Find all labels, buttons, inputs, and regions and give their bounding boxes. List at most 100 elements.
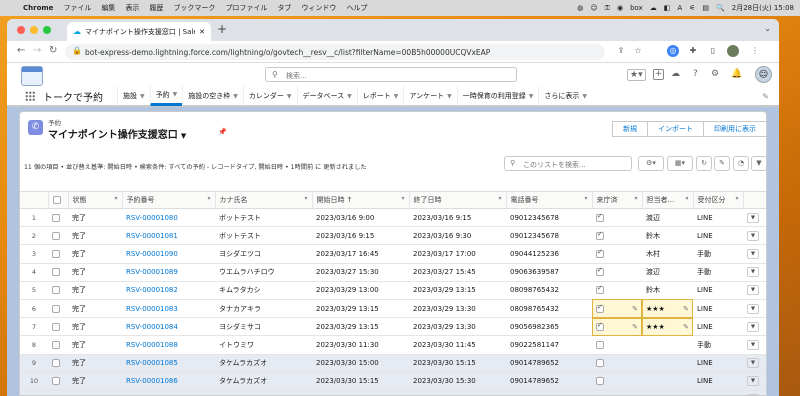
- column-header[interactable]: 開始日時 ↑ ▾: [312, 191, 410, 209]
- visited-cell[interactable]: [592, 372, 642, 391]
- visited-checkbox[interactable]: [596, 248, 604, 258]
- forward-icon[interactable]: →: [33, 45, 41, 56]
- select-all-checkbox[interactable]: [52, 196, 61, 204]
- row-actions-dropdown-icon[interactable]: ▼: [747, 376, 759, 387]
- chevron-down-icon[interactable]: ▼: [447, 93, 452, 100]
- minimize-window-button[interactable]: [30, 26, 38, 34]
- chevron-down-icon[interactable]: ▾: [401, 195, 404, 202]
- staff-cell[interactable]: ★★★ ✎: [642, 299, 693, 319]
- share-icon[interactable]: ⇪: [615, 45, 627, 57]
- chevron-down-icon[interactable]: ▾: [584, 195, 587, 202]
- tray-item[interactable]: ◉: [617, 4, 623, 12]
- row-actions-dropdown-icon[interactable]: ▼: [747, 230, 759, 241]
- new-tab-button[interactable]: +: [217, 22, 227, 36]
- column-header[interactable]: 状態 ▾: [68, 191, 123, 209]
- reservation-link[interactable]: RSV-00001090: [126, 250, 178, 258]
- chevron-down-icon[interactable]: ▾: [735, 195, 738, 202]
- zoom-window-button[interactable]: [43, 26, 51, 34]
- visited-checkbox[interactable]: [596, 284, 604, 295]
- bookmark-star-icon[interactable]: ☆: [632, 45, 644, 57]
- table-row[interactable]: 9 完了 RSV-00001085 タケムラカズオ 2023/03/30 15:00 20…: [20, 354, 766, 373]
- menubar-item[interactable]: 履歴: [144, 3, 168, 13]
- row-actions-dropdown-icon[interactable]: ▼: [747, 303, 759, 314]
- edit-nav-icon[interactable]: ✎: [762, 92, 769, 101]
- menubar-item[interactable]: タブ: [272, 3, 296, 13]
- row-checkbox[interactable]: [52, 213, 60, 222]
- chrome-menu-icon[interactable]: ⋮: [749, 45, 761, 57]
- nav-tab[interactable]: 施設の空き枠 ▼: [182, 86, 243, 106]
- reservation-link[interactable]: RSV-00001088: [126, 341, 178, 349]
- visited-cell[interactable]: [592, 281, 642, 300]
- staff-cell[interactable]: [642, 390, 693, 395]
- close-tab-icon[interactable]: ✕: [199, 28, 205, 36]
- row-actions-dropdown-icon[interactable]: ▼: [747, 285, 759, 296]
- pin-icon[interactable]: 📌: [218, 128, 227, 136]
- column-header[interactable]: 担当者... ▾: [642, 191, 694, 209]
- menubar-item[interactable]: ウィンドウ: [296, 3, 341, 13]
- global-actions-icon[interactable]: +: [653, 69, 664, 80]
- tray-item[interactable]: 🔍: [716, 4, 725, 12]
- table-row[interactable]: 2 完了 RSV-00001081 ボットテスト 2023/03/16 9:15 2023…: [20, 226, 766, 246]
- visited-checkbox[interactable]: [596, 359, 604, 368]
- menubar-item[interactable]: ファイル: [58, 3, 96, 13]
- menubar-item[interactable]: ヘルプ: [341, 3, 372, 13]
- favorites-icon[interactable]: ★▾: [627, 69, 646, 81]
- chevron-down-icon[interactable]: ▼: [347, 93, 352, 100]
- table-row[interactable]: 11 完了RSV-00001087タケムラカズオ2023/03/30 15:302…: [20, 390, 766, 395]
- pencil-icon[interactable]: ✎: [683, 305, 689, 313]
- chevron-down-icon[interactable]: ▼: [233, 93, 238, 100]
- chevron-down-icon[interactable]: ▼: [582, 93, 587, 100]
- charts-icon[interactable]: ◔: [733, 156, 749, 171]
- chevron-down-icon[interactable]: ▾: [498, 195, 501, 202]
- chevron-down-icon[interactable]: ▼: [181, 132, 186, 140]
- row-checkbox[interactable]: [52, 249, 60, 258]
- staff-cell[interactable]: 鈴木: [642, 226, 693, 246]
- row-checkbox[interactable]: [52, 359, 60, 368]
- row-checkbox[interactable]: [52, 340, 60, 349]
- reservation-link[interactable]: RSV-00001082: [126, 286, 178, 294]
- tray-item[interactable]: ⚟: [689, 4, 695, 12]
- column-header[interactable]: カナ氏名 ▾: [215, 191, 313, 209]
- visited-cell[interactable]: [592, 354, 642, 373]
- row-actions-dropdown-icon[interactable]: ▼: [747, 248, 759, 259]
- table-row[interactable]: 4 完了 RSV-00001089 ウエムラハチロウ 2023/03/27 15:30 2…: [20, 263, 766, 282]
- reservation-link[interactable]: RSV-00001086: [126, 377, 178, 385]
- chevron-down-icon[interactable]: ▾: [304, 195, 307, 202]
- nav-tab[interactable]: 一時保育の利用登録 ▼: [456, 86, 539, 106]
- pencil-icon[interactable]: ✎: [632, 323, 638, 331]
- visited-cell[interactable]: [592, 208, 642, 228]
- visited-cell[interactable]: [592, 335, 642, 355]
- chevron-down-icon[interactable]: ▼: [173, 91, 178, 98]
- table-row[interactable]: 1 完了 RSV-00001080 ボットテスト 2023/03/16 9:00 2023…: [20, 208, 766, 228]
- row-checkbox[interactable]: [52, 286, 60, 295]
- row-checkbox[interactable]: [52, 231, 60, 240]
- chevron-down-icon[interactable]: ▼: [140, 93, 145, 100]
- visited-checkbox[interactable]: [596, 266, 604, 277]
- pencil-icon[interactable]: ✎: [632, 305, 638, 313]
- nav-tab[interactable]: データベース ▼: [296, 86, 357, 106]
- sidepanel-icon[interactable]: ▯: [707, 45, 719, 57]
- menubar-app-name[interactable]: Chrome: [18, 4, 58, 12]
- tray-item[interactable]: box: [630, 4, 643, 12]
- menubar-item[interactable]: ブックマーク: [168, 3, 220, 13]
- visited-checkbox[interactable]: [596, 212, 604, 222]
- close-window-button[interactable]: [17, 26, 25, 34]
- visited-checkbox[interactable]: [596, 321, 604, 331]
- tray-item[interactable]: ▤: [702, 4, 709, 12]
- notification-bell-icon[interactable]: 🔔: [731, 69, 742, 79]
- visited-cell[interactable]: [592, 263, 642, 282]
- visited-checkbox[interactable]: [596, 340, 604, 349]
- list-action-button[interactable]: 印刷用に表示: [704, 121, 766, 137]
- chevron-down-icon[interactable]: ▼: [287, 93, 292, 100]
- staff-cell[interactable]: [642, 354, 693, 373]
- tray-item[interactable]: ☁: [650, 4, 657, 12]
- table-row[interactable]: 10 完了 RSV-00001086 タケムラカズオ 2023/03/30 15:15 2…: [20, 372, 766, 391]
- visited-cell[interactable]: [592, 244, 642, 264]
- reload-icon[interactable]: ↻: [49, 45, 57, 56]
- tray-item[interactable]: ☺: [590, 4, 597, 12]
- extensions-puzzle-icon[interactable]: ✚: [687, 45, 699, 57]
- staff-cell[interactable]: ★★★ ✎: [642, 317, 693, 337]
- list-action-button[interactable]: 新規: [612, 121, 648, 137]
- tab-search-icon[interactable]: ⌄: [764, 24, 771, 33]
- table-row[interactable]: 5 完了 RSV-00001082 キムラタカシ 2023/03/29 13:00 202…: [20, 281, 766, 300]
